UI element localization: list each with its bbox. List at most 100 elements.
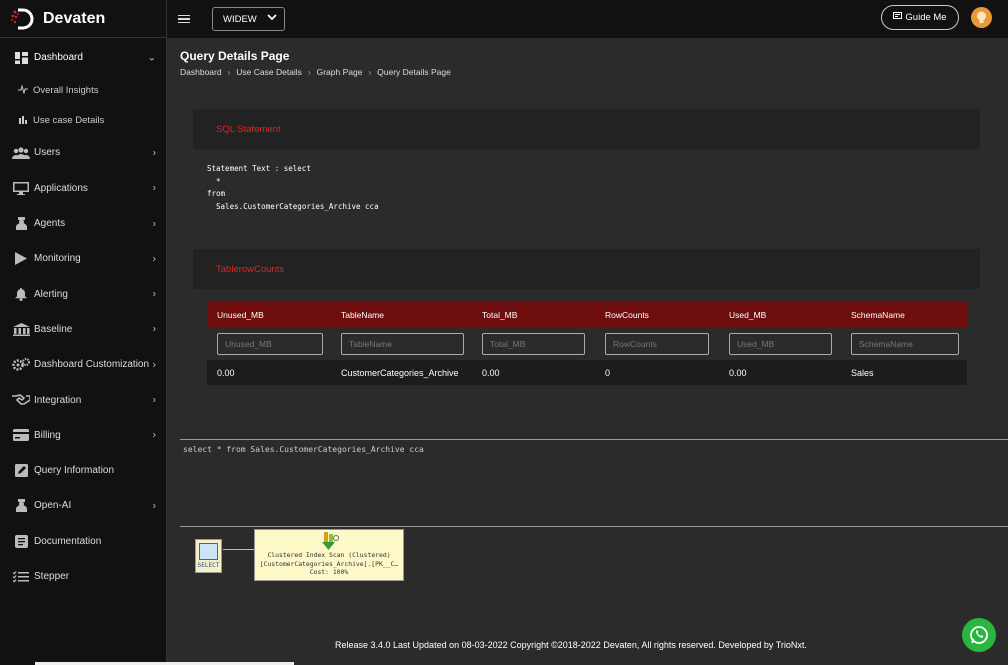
sidebar-item-dashboard[interactable]: Dashboard ⌄ (0, 40, 166, 75)
chevron-right-icon: › (152, 429, 156, 441)
edit-icon (12, 464, 30, 478)
chevron-right-icon: › (152, 218, 156, 230)
column-header[interactable]: RowCounts (595, 310, 719, 320)
sidebar-item-overall-insights[interactable]: Overall Insights (0, 75, 166, 105)
sidebar-item-users[interactable]: Users › (0, 135, 166, 170)
sidebar-item-use-case-details[interactable]: Use case Details (0, 105, 166, 135)
table-header-row: Unused_MB TableName Total_MB RowCounts U… (207, 302, 967, 327)
column-header[interactable]: Total_MB (472, 310, 595, 320)
chevron-right-icon: › (152, 147, 156, 159)
used-mb-filter-input[interactable] (729, 332, 832, 355)
sidebar-item-open-ai[interactable]: Open-AI › (0, 488, 166, 523)
brand-name: Devaten (43, 9, 106, 27)
agent-icon (12, 217, 30, 231)
menu-icon[interactable] (178, 13, 190, 26)
sidebar-item-dashboard-customization[interactable]: Dashboard Customization › (0, 347, 166, 382)
chevron-right-icon: › (152, 182, 156, 194)
table-cell: Sales (851, 367, 874, 378)
column-header[interactable]: Unused_MB (207, 310, 331, 320)
schemaname-filter-input[interactable] (851, 332, 959, 355)
column-header[interactable]: Used_MB (719, 310, 841, 320)
sidebar-item-baseline[interactable]: Baseline › (0, 312, 166, 347)
plan-arrow (223, 549, 254, 550)
table-cell: 0.00 (217, 367, 235, 378)
sidebar-item-label: Use case Details (33, 114, 105, 126)
tablerowcounts-header: TablerowCounts (193, 249, 980, 289)
sidebar-item-label: Applications (34, 182, 88, 194)
robot-icon (12, 499, 30, 513)
tablename-filter-input[interactable] (341, 332, 464, 355)
sidebar-item-documentation[interactable]: Documentation (0, 524, 166, 559)
sidebar-item-billing[interactable]: Billing › (0, 418, 166, 453)
plan-select-node[interactable]: SELECT (195, 539, 222, 573)
sidebar-nav: Dashboard ⌄ Overall Insights Use case De… (0, 38, 166, 594)
query-text: select * from Sales.CustomerCategories_A… (183, 445, 424, 454)
credit-card-icon (12, 428, 30, 442)
sidebar-item-alerting[interactable]: Alerting › (0, 276, 166, 311)
breadcrumb-item[interactable]: Graph Page (317, 67, 363, 77)
chevron-right-icon: › (152, 394, 156, 406)
handshake-icon (12, 393, 30, 407)
column-header[interactable]: SchemaName (841, 310, 967, 320)
gears-icon (12, 358, 30, 372)
plan-scan-line: Cost: 100% (309, 568, 349, 576)
devaten-logo-icon (10, 6, 36, 32)
brand[interactable]: Devaten (0, 0, 166, 38)
sql-statement-title: SQL Statement (216, 123, 281, 135)
environment-value: WIDEW (223, 13, 257, 25)
sql-statement-text: Statement Text : select * from Sales.Cus… (207, 164, 379, 211)
breadcrumb: Dashboard › Use Case Details › Graph Pag… (180, 67, 451, 77)
chevron-right-icon: › (307, 67, 311, 77)
breadcrumb-item[interactable]: Use Case Details (236, 67, 302, 77)
chevron-right-icon: › (152, 359, 156, 371)
sidebar-item-label: Agents (34, 218, 66, 230)
users-icon (12, 146, 30, 160)
sidebar-item-label: Stepper (34, 571, 70, 582)
sidebar-item-query-information[interactable]: Query Information (0, 453, 166, 488)
table-grid-icon (199, 543, 218, 560)
sidebar-item-label: Dashboard Customization (34, 359, 150, 371)
whatsapp-icon[interactable] (962, 618, 996, 652)
chevron-right-icon: › (152, 253, 156, 265)
sidebar-item-agents[interactable]: Agents › (0, 206, 166, 241)
sidebar-item-label: Users (34, 147, 61, 159)
divider (180, 439, 1008, 440)
table-cell: 0 (605, 367, 611, 378)
sidebar-item-stepper[interactable]: Stepper (0, 559, 166, 594)
sidebar: Devaten Dashboard ⌄ Overall Insights Use… (0, 0, 167, 665)
guide-me-label: Guide Me (905, 12, 947, 23)
rowcounts-filter-input[interactable] (605, 332, 709, 355)
chevron-right-icon: › (152, 500, 156, 512)
table-cell: 0.00 (729, 367, 747, 378)
chevron-down-icon: ⌄ (147, 52, 156, 64)
unused-mb-filter-input[interactable] (217, 332, 323, 355)
plan-scan-node[interactable]: Clustered Index Scan (Clustered) [Custom… (254, 529, 404, 581)
sidebar-item-integration[interactable]: Integration › (0, 382, 166, 417)
table-cell: CustomerCategories_Archive (341, 367, 459, 378)
column-header[interactable]: TableName (331, 310, 472, 320)
table-row[interactable]: 0.00 CustomerCategories_Archive 0.00 0 0… (207, 360, 967, 385)
environment-select[interactable]: WIDEW (212, 7, 285, 31)
sidebar-item-label: Open-AI (34, 500, 72, 512)
total-mb-filter-input[interactable] (482, 332, 585, 355)
sidebar-item-applications[interactable]: Applications › (0, 171, 166, 206)
guide-icon (893, 12, 903, 23)
sidebar-item-label: Documentation (34, 535, 102, 547)
sidebar-item-label: Integration (34, 394, 82, 406)
guide-me-button[interactable]: Guide Me (881, 5, 959, 30)
bell-icon (12, 287, 30, 301)
rowcounts-table: Unused_MB TableName Total_MB RowCounts U… (207, 302, 967, 385)
bar-chart-icon (18, 115, 30, 126)
breadcrumb-item[interactable]: Dashboard (180, 67, 222, 77)
lightbulb-icon[interactable] (971, 7, 992, 28)
sidebar-item-monitoring[interactable]: Monitoring › (0, 241, 166, 276)
sidebar-item-label: Baseline (34, 323, 73, 335)
table-cell: 0.00 (482, 367, 500, 378)
sidebar-item-label: Billing (34, 429, 61, 441)
sidebar-item-label: Monitoring (34, 253, 81, 265)
list-icon (12, 570, 30, 584)
chevron-down-icon (267, 13, 277, 24)
breadcrumb-item-current: Query Details Page (377, 67, 451, 77)
bank-icon (12, 322, 30, 336)
index-scan-icon (318, 532, 340, 551)
